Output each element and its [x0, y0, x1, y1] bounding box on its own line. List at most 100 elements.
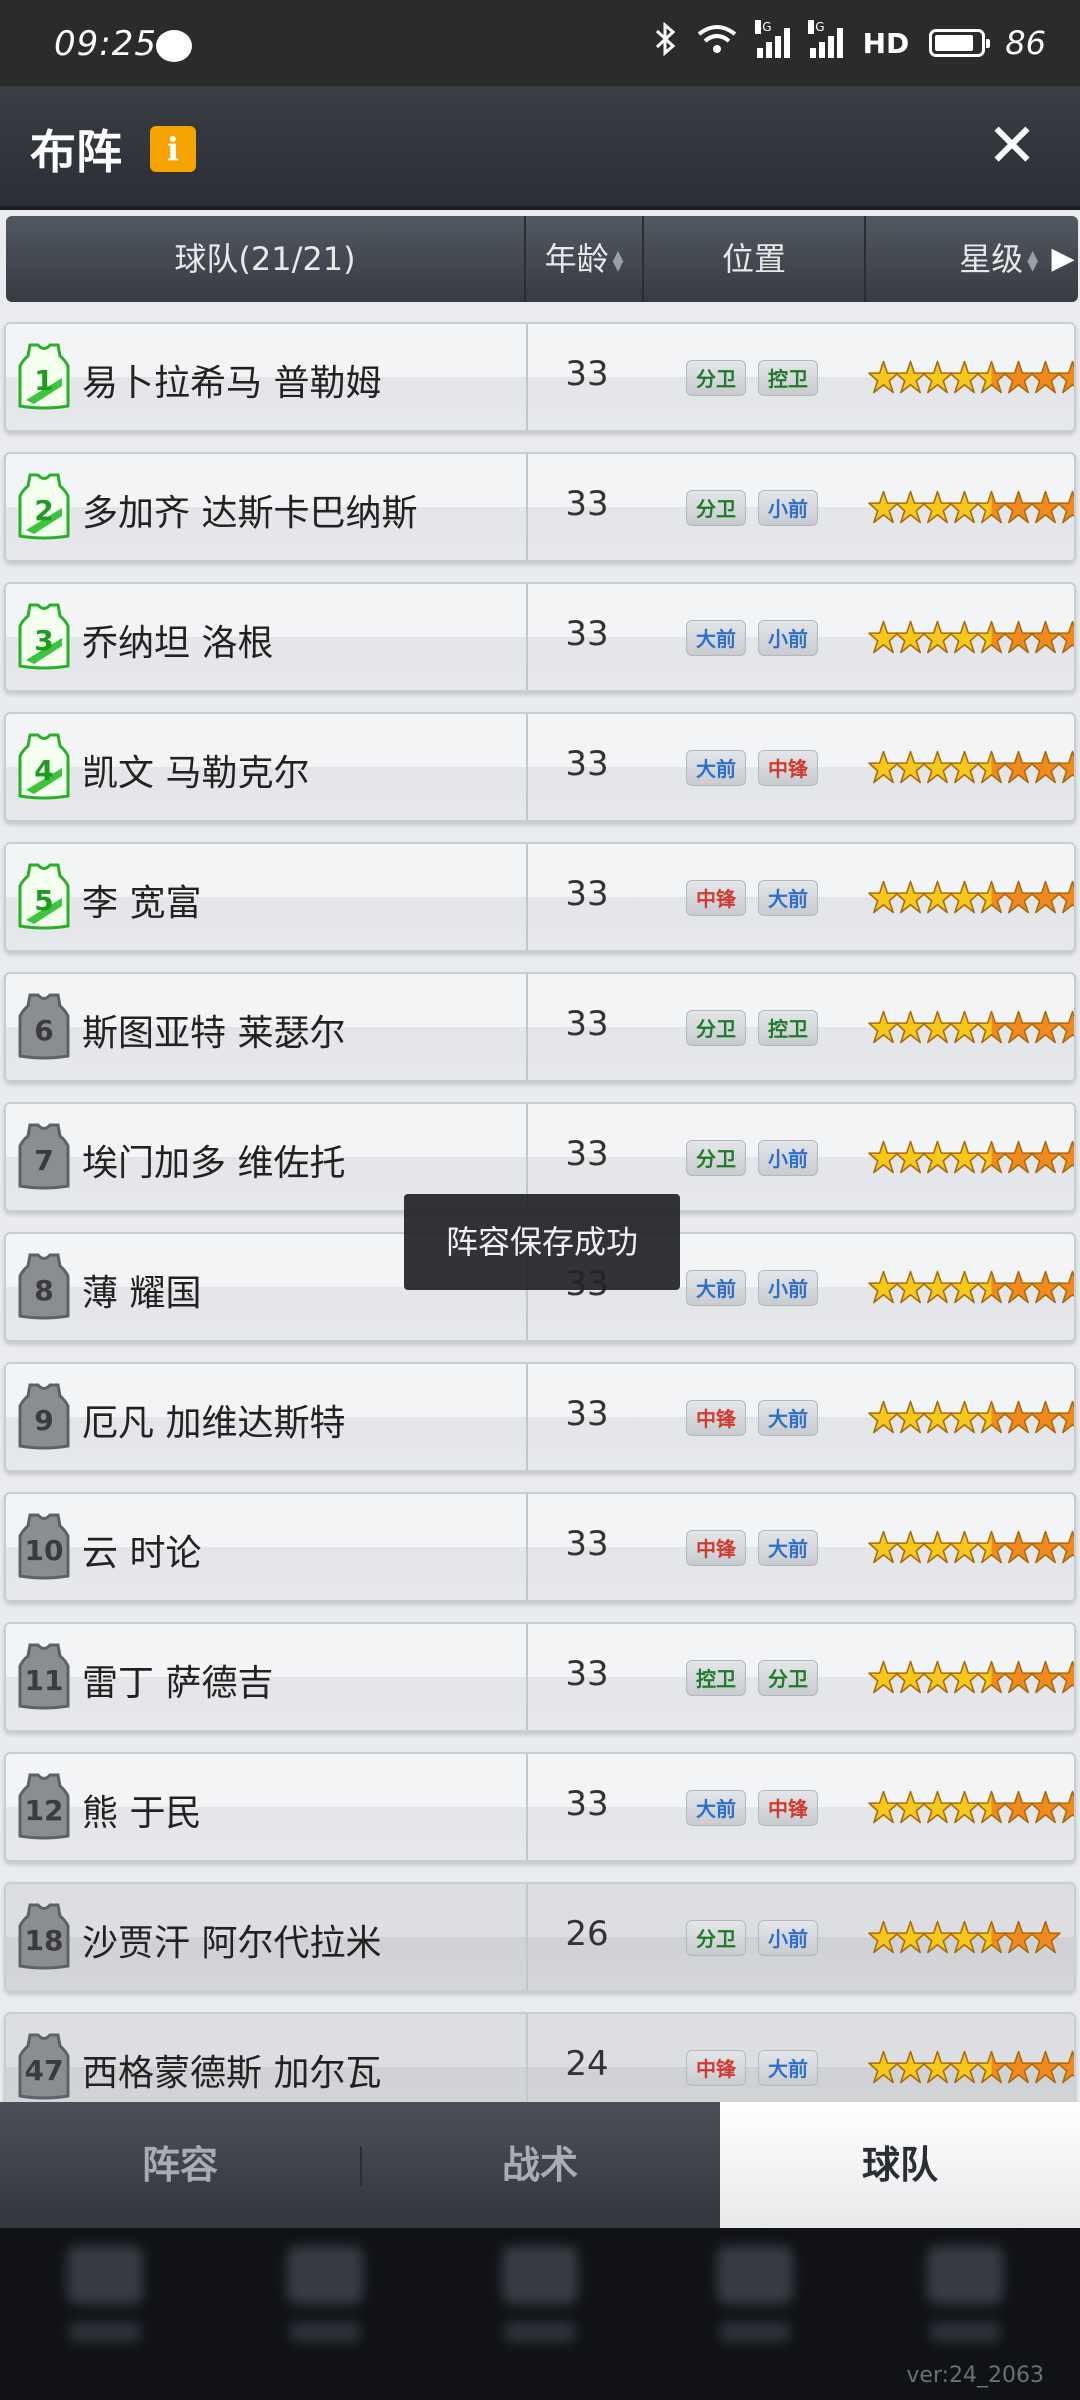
position-tags: 分卫 控卫: [686, 360, 818, 396]
position-badge: 大前: [758, 1400, 818, 1436]
sort-icon: ▲ ▼: [612, 248, 624, 274]
player-name: 熊 于民: [82, 1793, 202, 1834]
player-name: 沙贾汗 阿尔代拉米: [82, 1923, 382, 1964]
column-stars[interactable]: 星级 ▲ ▼: [866, 216, 1056, 302]
toast-message: 阵容保存成功: [404, 1194, 680, 1290]
battery-level: 86: [1005, 24, 1046, 62]
star-rating: [868, 1264, 1074, 1310]
player-name: 云 时论: [82, 1533, 202, 1574]
table-row[interactable]: 11 雷丁 萨德吉 33 控卫 分卫: [4, 1622, 1076, 1732]
position-tags: 分卫 控卫: [686, 1010, 818, 1046]
jersey-number: 11: [24, 1664, 64, 1697]
jersey-icon: 10: [16, 1512, 72, 1580]
player-name: 薄 耀国: [82, 1273, 202, 1314]
star-rating: [868, 1134, 1074, 1180]
player-age: 33: [565, 744, 609, 784]
player-age: 33: [565, 1394, 609, 1434]
tab-divider: [360, 2146, 362, 2186]
column-age[interactable]: 年龄 ▲ ▼: [526, 216, 644, 302]
column-team[interactable]: 球队(21/21): [6, 216, 526, 302]
tab-team[interactable]: 球队: [720, 2102, 1080, 2228]
player-age: 33: [565, 1654, 609, 1694]
player-age: 26: [565, 1914, 609, 1954]
table-row[interactable]: 1 易卜拉希马 普勒姆 33 分卫 控卫: [4, 322, 1076, 432]
player-name: 雷丁 萨德吉: [82, 1663, 274, 1704]
table-row[interactable]: 5 李 宽富 33 中锋 大前: [4, 842, 1076, 952]
position-badge: 分卫: [686, 1140, 746, 1176]
star-icon: [1057, 360, 1074, 394]
player-name: 多加齐 达斯卡巴纳斯: [82, 493, 418, 534]
close-icon[interactable]: ✕: [980, 114, 1044, 178]
wifi-icon: [697, 24, 737, 62]
star-icon: [1057, 750, 1074, 784]
hd-label: HD: [862, 26, 910, 60]
player-age: 33: [565, 1004, 609, 1044]
star-icon: [1057, 1140, 1074, 1174]
jersey-number: 1: [34, 364, 54, 397]
star-icon: [1057, 2050, 1074, 2084]
player-age: 33: [565, 1134, 609, 1174]
jersey-icon: 3: [16, 602, 72, 670]
table-row[interactable]: 2 多加齐 达斯卡巴纳斯 33 分卫 小前: [4, 452, 1076, 562]
jersey-icon: 7: [16, 1122, 72, 1190]
player-age: 33: [565, 614, 609, 654]
star-icon: [1057, 1790, 1074, 1824]
player-name: 乔纳坦 洛根: [82, 623, 274, 664]
jersey-number: 4: [34, 754, 54, 787]
position-tags: 中锋 大前: [686, 880, 818, 916]
star-rating: [868, 2044, 1074, 2090]
player-name: 斯图亚特 莱瑟尔: [82, 1013, 346, 1054]
star-rating: [868, 1914, 1061, 1960]
column-position[interactable]: 位置: [644, 216, 866, 302]
version-label: ver:24_2063: [906, 2363, 1044, 2388]
table-row[interactable]: 9 厄凡 加维达斯特 33 中锋 大前: [4, 1362, 1076, 1472]
position-badge: 分卫: [758, 1660, 818, 1696]
status-bar: 09:25 5G 5G HD 86: [0, 0, 1080, 86]
star-icon: [1030, 1920, 1061, 1954]
position-badge: 大前: [686, 750, 746, 786]
table-row[interactable]: 4 凯文 马勒克尔 33 大前 中锋: [4, 712, 1076, 822]
position-badge: 中锋: [758, 750, 818, 786]
star-icon: [1057, 1530, 1074, 1564]
tab-lineup[interactable]: 阵容: [0, 2102, 360, 2228]
table-row[interactable]: 10 云 时论 33 中锋 大前: [4, 1492, 1076, 1602]
jersey-icon: 4: [16, 732, 72, 800]
position-badge: 控卫: [758, 1010, 818, 1046]
table-row[interactable]: 18 沙贾汗 阿尔代拉米 26 分卫 小前: [4, 1882, 1076, 1992]
roster-list[interactable]: 球队(21/21) 年龄 ▲ ▼ 位置 星级 ▲ ▼ ▶ 1 易卜拉希马 普勒姆 33 分卫控…: [0, 210, 1080, 2102]
position-badge: 大前: [758, 880, 818, 916]
info-icon[interactable]: i: [150, 126, 196, 172]
blurred-nav-icon: [495, 2246, 585, 2356]
jersey-number: 2: [34, 494, 54, 527]
star-rating: [868, 484, 1074, 530]
star-icon: [1057, 1400, 1074, 1434]
jersey-number: 10: [24, 1534, 64, 1567]
position-badge: 大前: [758, 2050, 818, 2086]
signal-2-icon: 5G: [807, 20, 843, 58]
table-row[interactable]: 3 乔纳坦 洛根 33 大前 小前: [4, 582, 1076, 692]
position-tags: 大前 中锋: [686, 750, 818, 786]
player-age: 33: [565, 1784, 609, 1824]
table-row[interactable]: 47 西格蒙德斯 加尔瓦 24 中锋 大前: [4, 2012, 1076, 2102]
position-badge: 中锋: [686, 880, 746, 916]
player-name: 西格蒙德斯 加尔瓦: [82, 2053, 382, 2094]
star-rating: [868, 1784, 1074, 1830]
position-tags: 中锋 大前: [686, 2050, 818, 2086]
jersey-number: 47: [24, 2054, 64, 2087]
star-icon: [1057, 1660, 1074, 1694]
chevron-right-icon[interactable]: ▶: [1048, 216, 1078, 302]
position-badge: 小前: [758, 490, 818, 526]
star-rating: [868, 1654, 1074, 1700]
table-row[interactable]: 12 熊 于民 33 大前 中锋: [4, 1752, 1076, 1862]
star-icon: [1057, 880, 1074, 914]
jersey-icon: 6: [16, 992, 72, 1060]
battery-icon: [929, 29, 991, 57]
player-name: 凯文 马勒克尔: [82, 753, 310, 794]
jersey-icon: 12: [16, 1772, 72, 1840]
jersey-number: 8: [34, 1274, 54, 1307]
jersey-number: 6: [34, 1014, 54, 1047]
table-row[interactable]: 6 斯图亚特 莱瑟尔 33 分卫 控卫: [4, 972, 1076, 1082]
tab-tactics[interactable]: 战术: [360, 2102, 720, 2228]
position-badge: 分卫: [686, 490, 746, 526]
position-tags: 中锋 大前: [686, 1400, 818, 1436]
